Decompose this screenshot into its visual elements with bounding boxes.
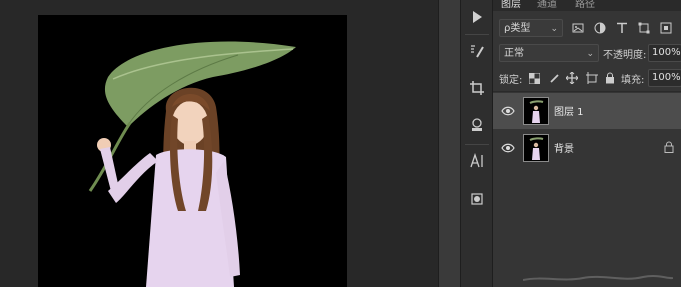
panel-bottom-artifact [523, 275, 673, 281]
blend-row: 正常 ⌄ 不透明度: 100% [493, 43, 681, 63]
play-icon[interactable] [461, 2, 493, 32]
fill-field[interactable]: 100% [648, 69, 681, 87]
layers-list-divider [493, 91, 681, 92]
canvas-area[interactable] [0, 0, 438, 287]
filter-adjustment-icon[interactable] [593, 21, 607, 35]
layer-row-background[interactable]: 背景 [493, 130, 681, 166]
stamp-icon[interactable] [461, 110, 493, 140]
filter-pixel-icon[interactable] [571, 21, 585, 35]
brush-settings-icon[interactable] [461, 36, 493, 66]
layer-thumbnail [523, 97, 549, 125]
lock-artboard-icon[interactable] [585, 71, 599, 85]
blend-mode-value: 正常 [504, 48, 524, 59]
layers-panel: 图层 通道 路径 ρ类型 ⌄ 正常 ⌄ 不透明度: 100% 锁定: 填充: 1… [492, 0, 681, 287]
tab-channels[interactable]: 通道 [537, 0, 557, 10]
panel-icon-strip [460, 0, 493, 287]
layer-thumbnail [523, 134, 549, 162]
lock-transparent-icon[interactable] [527, 71, 541, 85]
lock-position-icon[interactable] [565, 71, 579, 85]
layer-name: 图层 1 [554, 107, 584, 118]
lock-all-icon[interactable] [603, 71, 617, 85]
filter-type-icon[interactable] [615, 21, 629, 35]
tab-layers[interactable]: 图层 [501, 0, 521, 10]
tool-separator [465, 144, 489, 145]
lock-label: 锁定: [499, 75, 523, 86]
lock-row: 锁定: 填充: 100% [493, 68, 681, 88]
document-image [88, 41, 296, 287]
filter-smart-object-icon[interactable] [659, 21, 673, 35]
lock-pixels-icon[interactable] [547, 71, 561, 85]
layer-row-layer1[interactable]: 图层 1 [493, 93, 681, 129]
blend-mode-dropdown[interactable]: 正常 ⌄ [499, 44, 599, 62]
chevron-down-icon: ⌄ [586, 49, 594, 59]
chevron-down-icon: ⌄ [550, 24, 558, 34]
tool-separator [465, 34, 489, 35]
opacity-field[interactable]: 100% [648, 44, 681, 62]
fill-label: 填充: [621, 75, 645, 86]
filter-label: ρ类型 [504, 23, 531, 34]
dock-divider[interactable] [438, 0, 460, 287]
document-canvas[interactable] [38, 15, 347, 287]
crop-icon[interactable] [461, 73, 493, 103]
filter-shape-icon[interactable] [637, 21, 651, 35]
tab-paths[interactable]: 路径 [575, 0, 595, 10]
lock-icon [664, 141, 674, 153]
character-text-icon[interactable] [461, 146, 493, 176]
layer-filter-dropdown[interactable]: ρ类型 ⌄ [499, 19, 563, 37]
layer-filter-row: ρ类型 ⌄ [493, 18, 681, 38]
eye-icon[interactable] [501, 105, 515, 117]
layer-name: 背景 [554, 144, 574, 155]
opacity-label: 不透明度: [603, 50, 647, 61]
eye-icon[interactable] [501, 142, 515, 154]
3d-material-icon[interactable] [461, 184, 493, 214]
panel-tabs: 图层 通道 路径 [493, 0, 681, 11]
